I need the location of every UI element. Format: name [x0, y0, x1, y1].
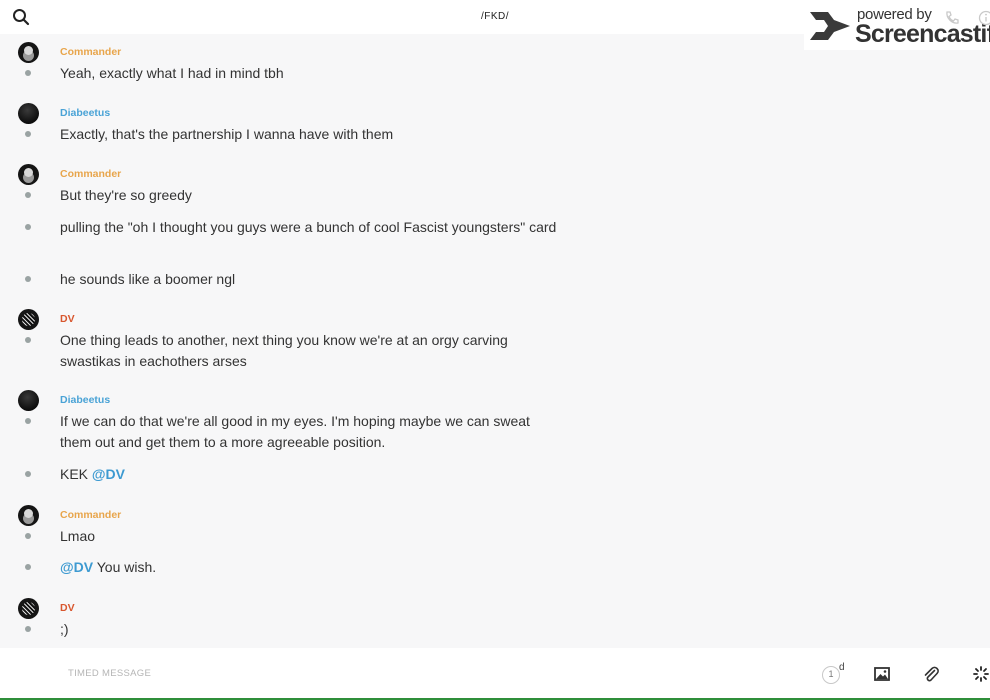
paperclip-icon[interactable] — [922, 665, 940, 683]
message-text: Yeah, exactly what I had in mind tbh — [60, 65, 284, 81]
message-bullet — [25, 337, 31, 343]
message-author[interactable]: Commander — [60, 509, 121, 521]
loading-icon — [972, 665, 990, 683]
message-bullet — [25, 192, 31, 198]
message-text: Exactly, that's the partnership I wanna … — [60, 126, 394, 142]
avatar[interactable] — [18, 505, 39, 526]
message-author[interactable]: DV — [60, 602, 75, 614]
avatar[interactable] — [18, 103, 39, 124]
message-text: One thing leads to another, next thing y… — [60, 332, 508, 369]
message-bullet — [25, 131, 31, 137]
message-list: Commander Yeah, exactly what I had in mi… — [0, 34, 990, 648]
avatar[interactable] — [18, 598, 39, 619]
message-text: pulling the "oh I thought you guys were … — [60, 219, 557, 235]
message-text: ;) — [60, 621, 69, 637]
info-icon[interactable] — [978, 10, 990, 31]
message-bullet — [25, 418, 31, 424]
timer-unit: d — [839, 662, 845, 673]
message-bullet — [25, 471, 31, 477]
message-text: KEK @DV — [60, 464, 560, 485]
message-author[interactable]: Diabeetus — [60, 394, 110, 406]
message-bullet — [25, 70, 31, 76]
timer-value: 1 — [822, 666, 840, 684]
message-text: If we can do that we're all good in my e… — [60, 413, 530, 450]
message-bullet — [25, 224, 31, 230]
avatar[interactable] — [18, 390, 39, 411]
message-text: But they're so greedy — [60, 187, 192, 203]
message-text: he sounds like a boomer ngl — [60, 271, 236, 287]
image-icon[interactable] — [873, 665, 891, 683]
mention-link[interactable]: @DV — [60, 559, 93, 575]
message-author[interactable]: Commander — [60, 168, 121, 180]
message-text-prefix: KEK — [60, 466, 89, 482]
message-author[interactable]: Diabeetus — [60, 107, 110, 119]
timer-icon[interactable]: 1 d — [822, 662, 846, 686]
avatar[interactable] — [18, 309, 39, 330]
message-text: Lmao — [60, 528, 96, 544]
message-text: @DV You wish. — [60, 557, 560, 578]
avatar[interactable] — [18, 42, 39, 63]
message-bullet — [25, 564, 31, 570]
phone-icon[interactable] — [944, 10, 960, 31]
message-author[interactable]: Commander — [60, 46, 121, 58]
message-bullet — [25, 533, 31, 539]
message-bullet — [25, 276, 31, 282]
message-input[interactable]: TIMED MESSAGE — [68, 668, 151, 679]
message-bullet — [25, 626, 31, 632]
message-author[interactable]: DV — [60, 313, 75, 325]
mention-link[interactable]: @DV — [92, 466, 125, 482]
message-text-suffix: You wish. — [96, 559, 157, 575]
avatar[interactable] — [18, 164, 39, 185]
